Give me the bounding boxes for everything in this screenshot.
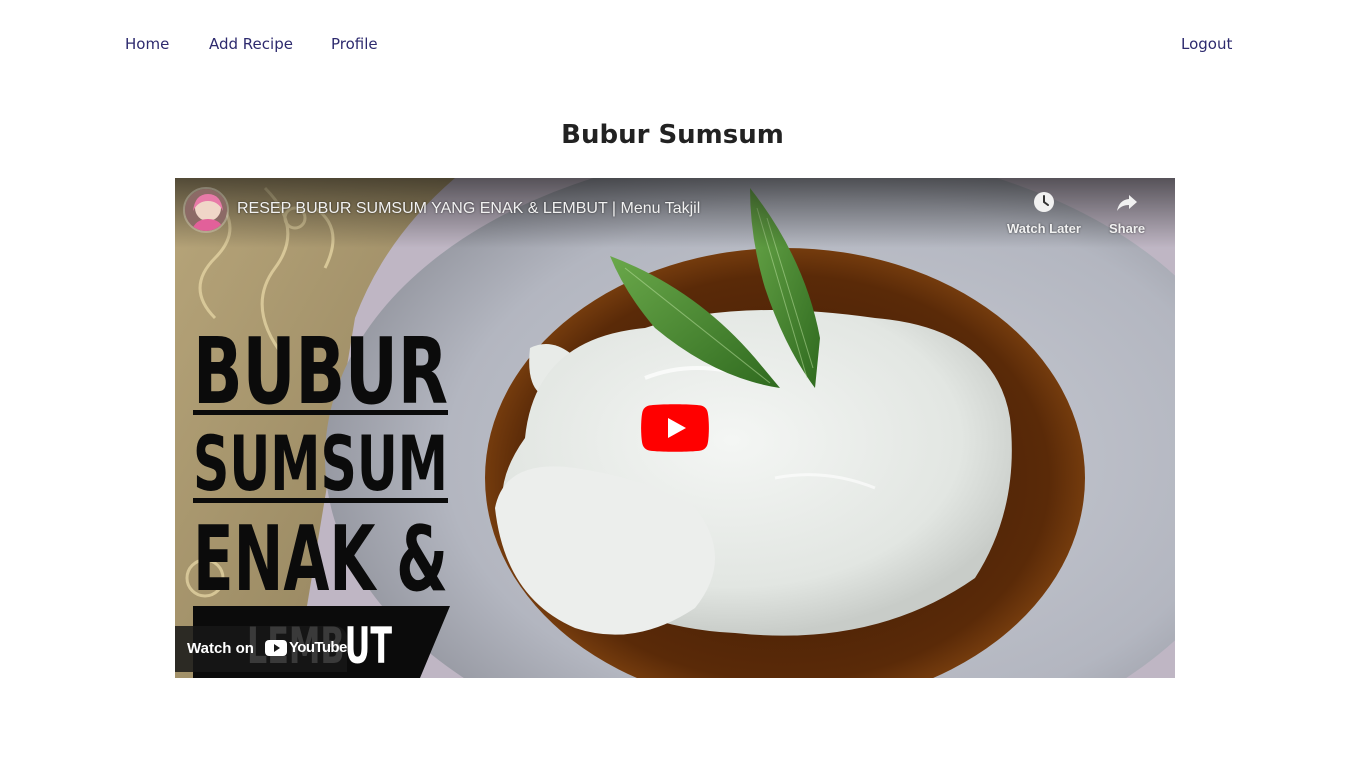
svg-text:ENAK &: ENAK &: [193, 507, 448, 612]
nav-add-recipe-link[interactable]: Add Recipe: [209, 35, 293, 53]
nav-logout-link[interactable]: Logout: [1181, 35, 1232, 53]
recipe-title: Bubur Sumsum: [561, 120, 784, 150]
youtube-embed-player[interactable]: BUBUR SUMSUM ENAK & LEMBUT RESEP BUBUR S…: [175, 178, 1175, 678]
nav-profile-link[interactable]: Profile: [331, 35, 378, 53]
share-label: Share: [1109, 221, 1146, 236]
share-button[interactable]: Share: [1109, 190, 1145, 236]
channel-avatar[interactable]: [183, 187, 229, 233]
nav-home-link[interactable]: Home: [125, 35, 169, 53]
watch-later-button[interactable]: Watch Later: [1007, 190, 1081, 236]
watch-later-label: Watch Later: [1007, 221, 1081, 236]
youtube-wordmark: YouTube: [289, 639, 347, 656]
watch-on-youtube-button[interactable]: Watch on YouTube: [175, 626, 347, 672]
top-navigation: Home Add Recipe Profile Logout: [0, 0, 1345, 88]
youtube-logo-icon: [265, 640, 287, 656]
share-icon: [1117, 195, 1138, 211]
clock-icon: [1033, 192, 1054, 212]
watch-on-label: Watch on: [187, 640, 254, 657]
video-title-link[interactable]: RESEP BUBUR SUMSUM YANG ENAK & LEMBUT | …: [237, 200, 700, 218]
thumbnail-headline: BUBUR SUMSUM ENAK & LEMBUT: [193, 318, 450, 678]
svg-text:SUMSUM: SUMSUM: [193, 419, 448, 508]
play-icon[interactable]: [641, 404, 709, 452]
svg-text:BUBUR: BUBUR: [193, 318, 448, 425]
